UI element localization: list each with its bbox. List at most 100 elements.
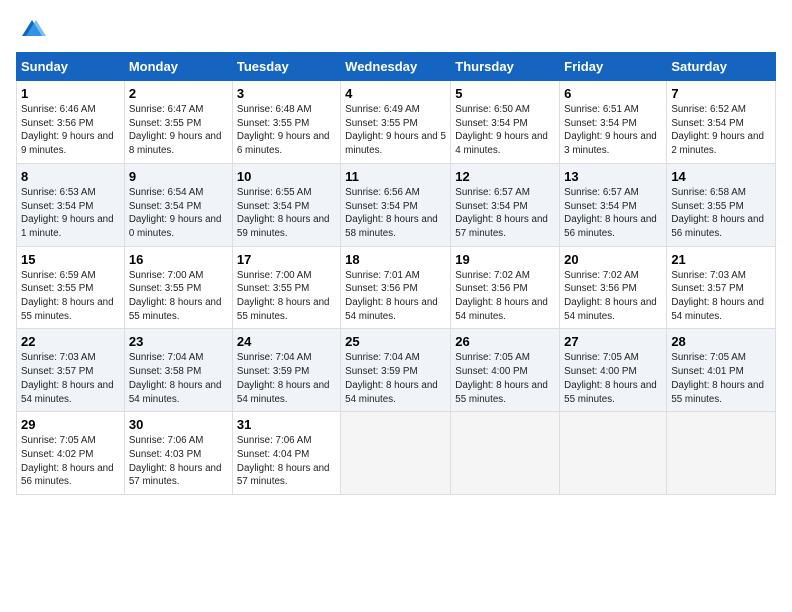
day-number: 15 (21, 252, 120, 267)
calendar-cell (451, 412, 560, 495)
calendar-cell (667, 412, 776, 495)
day-info: Sunrise: 7:01 AMSunset: 3:56 PMDaylight:… (345, 270, 438, 322)
day-number: 12 (455, 169, 555, 184)
page-header (16, 16, 776, 40)
day-number: 8 (21, 169, 120, 184)
day-info: Sunrise: 7:02 AMSunset: 3:56 PMDaylight:… (455, 270, 548, 322)
calendar-cell: 18 Sunrise: 7:01 AMSunset: 3:56 PMDaylig… (341, 246, 451, 329)
day-info: Sunrise: 6:57 AMSunset: 3:54 PMDaylight:… (564, 187, 657, 239)
logo-icon (18, 16, 46, 44)
day-header-monday: Monday (124, 53, 232, 81)
calendar-cell: 7 Sunrise: 6:52 AMSunset: 3:54 PMDayligh… (667, 81, 776, 164)
day-info: Sunrise: 7:02 AMSunset: 3:56 PMDaylight:… (564, 270, 657, 322)
calendar-cell: 16 Sunrise: 7:00 AMSunset: 3:55 PMDaylig… (124, 246, 232, 329)
calendar-cell: 3 Sunrise: 6:48 AMSunset: 3:55 PMDayligh… (232, 81, 340, 164)
day-number: 26 (455, 334, 555, 349)
day-header-wednesday: Wednesday (341, 53, 451, 81)
day-number: 29 (21, 417, 120, 432)
calendar-cell: 4 Sunrise: 6:49 AMSunset: 3:55 PMDayligh… (341, 81, 451, 164)
calendar-cell (560, 412, 667, 495)
day-info: Sunrise: 7:05 AMSunset: 4:02 PMDaylight:… (21, 435, 114, 487)
logo (16, 16, 46, 40)
day-header-friday: Friday (560, 53, 667, 81)
day-info: Sunrise: 7:04 AMSunset: 3:58 PMDaylight:… (129, 352, 222, 404)
day-number: 2 (129, 86, 228, 101)
day-header-saturday: Saturday (667, 53, 776, 81)
day-info: Sunrise: 7:06 AMSunset: 4:03 PMDaylight:… (129, 435, 222, 487)
day-header-sunday: Sunday (17, 53, 125, 81)
day-info: Sunrise: 7:05 AMSunset: 4:00 PMDaylight:… (455, 352, 548, 404)
day-number: 4 (345, 86, 446, 101)
day-info: Sunrise: 7:04 AMSunset: 3:59 PMDaylight:… (237, 352, 330, 404)
calendar-cell: 9 Sunrise: 6:54 AMSunset: 3:54 PMDayligh… (124, 163, 232, 246)
day-number: 6 (564, 86, 662, 101)
day-info: Sunrise: 6:59 AMSunset: 3:55 PMDaylight:… (21, 270, 114, 322)
calendar-cell: 2 Sunrise: 6:47 AMSunset: 3:55 PMDayligh… (124, 81, 232, 164)
day-info: Sunrise: 6:57 AMSunset: 3:54 PMDaylight:… (455, 187, 548, 239)
day-info: Sunrise: 6:51 AMSunset: 3:54 PMDaylight:… (564, 104, 657, 156)
day-number: 31 (237, 417, 336, 432)
calendar-week-row: 29 Sunrise: 7:05 AMSunset: 4:02 PMDaylig… (17, 412, 776, 495)
calendar-cell: 24 Sunrise: 7:04 AMSunset: 3:59 PMDaylig… (232, 329, 340, 412)
day-number: 25 (345, 334, 446, 349)
calendar-cell: 31 Sunrise: 7:06 AMSunset: 4:04 PMDaylig… (232, 412, 340, 495)
calendar-week-row: 22 Sunrise: 7:03 AMSunset: 3:57 PMDaylig… (17, 329, 776, 412)
day-number: 28 (671, 334, 771, 349)
day-number: 23 (129, 334, 228, 349)
day-number: 21 (671, 252, 771, 267)
calendar-cell: 25 Sunrise: 7:04 AMSunset: 3:59 PMDaylig… (341, 329, 451, 412)
calendar-cell: 11 Sunrise: 6:56 AMSunset: 3:54 PMDaylig… (341, 163, 451, 246)
calendar-cell: 28 Sunrise: 7:05 AMSunset: 4:01 PMDaylig… (667, 329, 776, 412)
calendar-cell: 29 Sunrise: 7:05 AMSunset: 4:02 PMDaylig… (17, 412, 125, 495)
day-header-tuesday: Tuesday (232, 53, 340, 81)
calendar-header-row: SundayMondayTuesdayWednesdayThursdayFrid… (17, 53, 776, 81)
day-info: Sunrise: 7:05 AMSunset: 4:01 PMDaylight:… (671, 352, 764, 404)
calendar-cell: 30 Sunrise: 7:06 AMSunset: 4:03 PMDaylig… (124, 412, 232, 495)
day-number: 19 (455, 252, 555, 267)
calendar-cell: 19 Sunrise: 7:02 AMSunset: 3:56 PMDaylig… (451, 246, 560, 329)
day-number: 18 (345, 252, 446, 267)
day-info: Sunrise: 6:47 AMSunset: 3:55 PMDaylight:… (129, 104, 222, 156)
calendar-cell: 8 Sunrise: 6:53 AMSunset: 3:54 PMDayligh… (17, 163, 125, 246)
day-number: 7 (671, 86, 771, 101)
calendar-cell: 10 Sunrise: 6:55 AMSunset: 3:54 PMDaylig… (232, 163, 340, 246)
calendar-table: SundayMondayTuesdayWednesdayThursdayFrid… (16, 52, 776, 495)
day-number: 20 (564, 252, 662, 267)
day-number: 1 (21, 86, 120, 101)
day-number: 16 (129, 252, 228, 267)
day-number: 22 (21, 334, 120, 349)
calendar-cell: 13 Sunrise: 6:57 AMSunset: 3:54 PMDaylig… (560, 163, 667, 246)
day-info: Sunrise: 7:03 AMSunset: 3:57 PMDaylight:… (671, 270, 764, 322)
day-info: Sunrise: 6:56 AMSunset: 3:54 PMDaylight:… (345, 187, 438, 239)
day-header-thursday: Thursday (451, 53, 560, 81)
day-info: Sunrise: 6:52 AMSunset: 3:54 PMDaylight:… (671, 104, 764, 156)
day-info: Sunrise: 7:06 AMSunset: 4:04 PMDaylight:… (237, 435, 330, 487)
calendar-cell: 14 Sunrise: 6:58 AMSunset: 3:55 PMDaylig… (667, 163, 776, 246)
day-number: 30 (129, 417, 228, 432)
day-number: 9 (129, 169, 228, 184)
calendar-week-row: 8 Sunrise: 6:53 AMSunset: 3:54 PMDayligh… (17, 163, 776, 246)
day-info: Sunrise: 7:00 AMSunset: 3:55 PMDaylight:… (237, 270, 330, 322)
calendar-cell (341, 412, 451, 495)
calendar-cell: 15 Sunrise: 6:59 AMSunset: 3:55 PMDaylig… (17, 246, 125, 329)
calendar-week-row: 1 Sunrise: 6:46 AMSunset: 3:56 PMDayligh… (17, 81, 776, 164)
day-info: Sunrise: 7:04 AMSunset: 3:59 PMDaylight:… (345, 352, 438, 404)
day-info: Sunrise: 6:46 AMSunset: 3:56 PMDaylight:… (21, 104, 114, 156)
day-number: 5 (455, 86, 555, 101)
calendar-cell: 27 Sunrise: 7:05 AMSunset: 4:00 PMDaylig… (560, 329, 667, 412)
day-number: 13 (564, 169, 662, 184)
calendar-cell: 23 Sunrise: 7:04 AMSunset: 3:58 PMDaylig… (124, 329, 232, 412)
day-info: Sunrise: 7:03 AMSunset: 3:57 PMDaylight:… (21, 352, 114, 404)
calendar-cell: 17 Sunrise: 7:00 AMSunset: 3:55 PMDaylig… (232, 246, 340, 329)
calendar-cell: 22 Sunrise: 7:03 AMSunset: 3:57 PMDaylig… (17, 329, 125, 412)
day-info: Sunrise: 6:50 AMSunset: 3:54 PMDaylight:… (455, 104, 548, 156)
day-number: 10 (237, 169, 336, 184)
day-info: Sunrise: 7:05 AMSunset: 4:00 PMDaylight:… (564, 352, 657, 404)
day-info: Sunrise: 6:55 AMSunset: 3:54 PMDaylight:… (237, 187, 330, 239)
day-number: 3 (237, 86, 336, 101)
calendar-cell: 5 Sunrise: 6:50 AMSunset: 3:54 PMDayligh… (451, 81, 560, 164)
day-number: 14 (671, 169, 771, 184)
calendar-cell: 6 Sunrise: 6:51 AMSunset: 3:54 PMDayligh… (560, 81, 667, 164)
calendar-cell: 12 Sunrise: 6:57 AMSunset: 3:54 PMDaylig… (451, 163, 560, 246)
day-number: 17 (237, 252, 336, 267)
